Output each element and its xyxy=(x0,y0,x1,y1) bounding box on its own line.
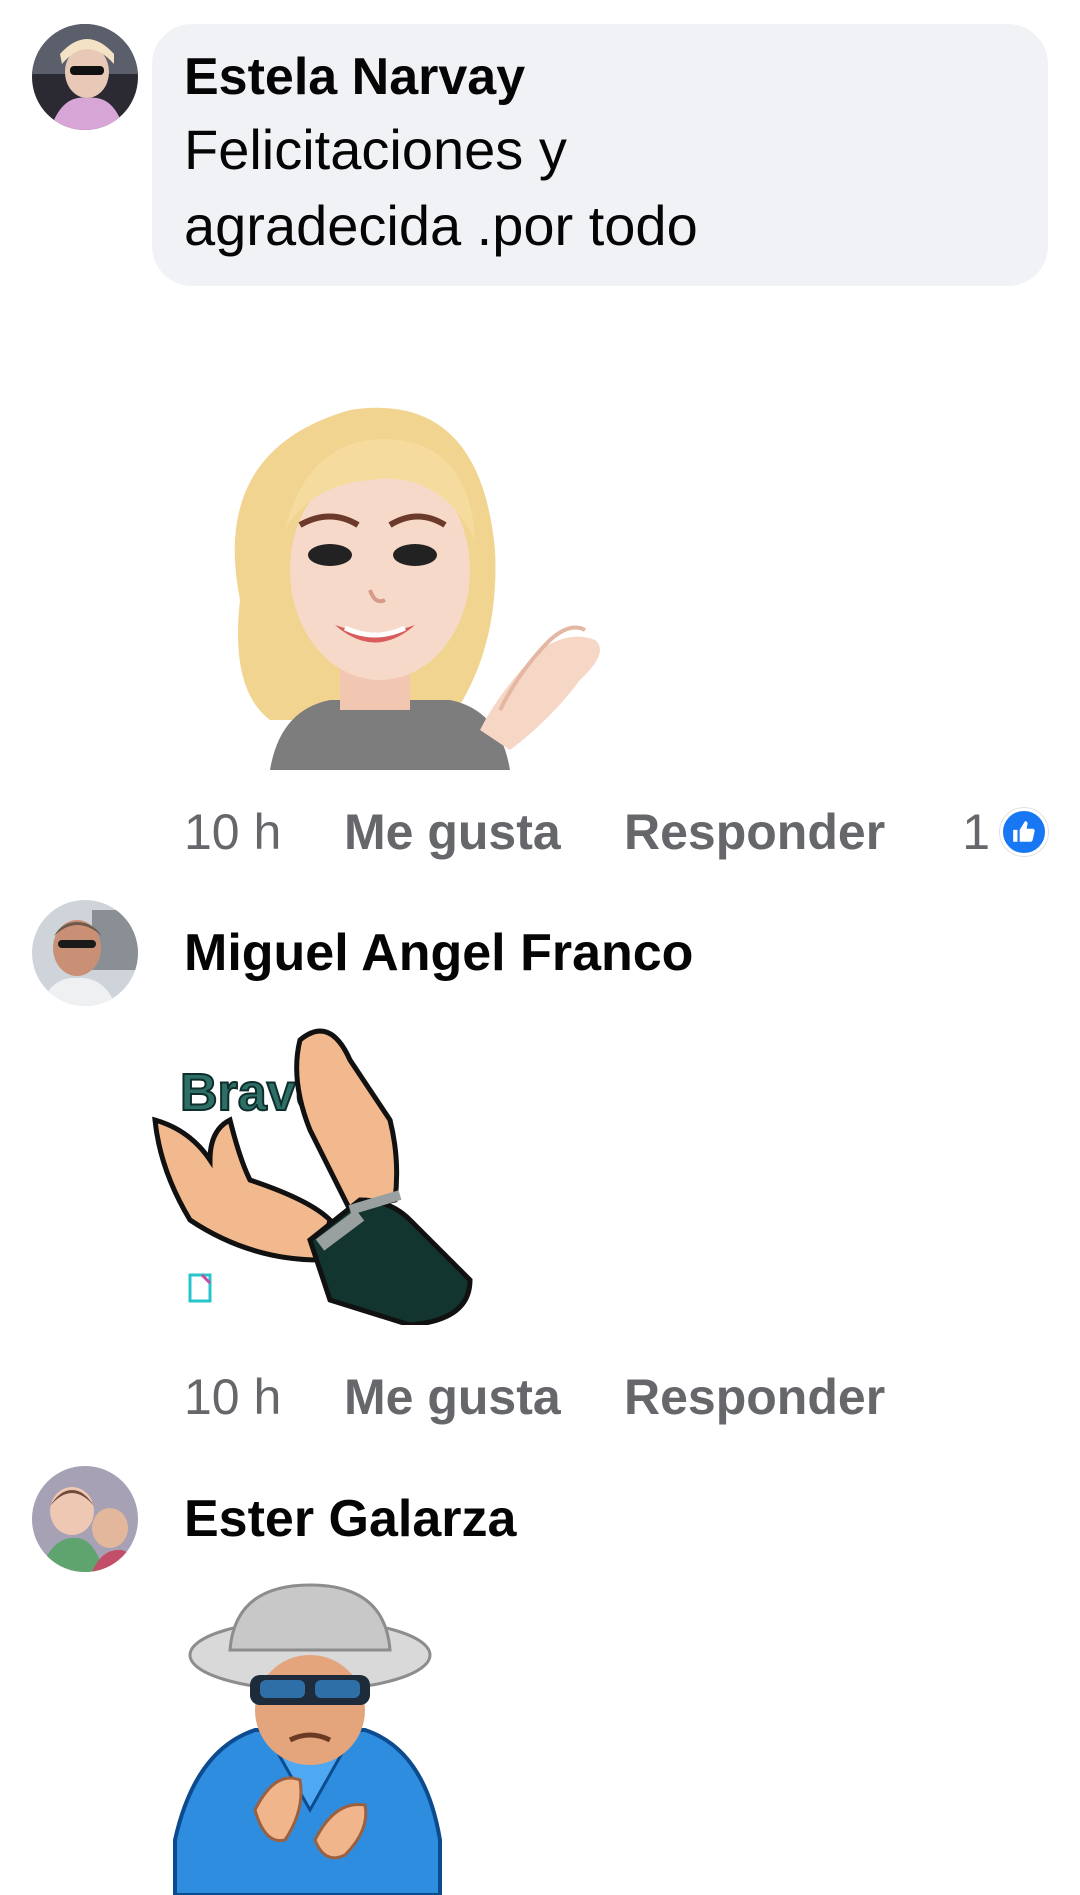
like-button[interactable]: Me gusta xyxy=(344,800,561,864)
comment-author[interactable]: Estela Narvay xyxy=(184,48,1016,106)
woman-avatar-clapping-sticker xyxy=(200,390,610,770)
like-icon xyxy=(1000,808,1048,856)
man-in-hat-clapping-sticker xyxy=(165,1580,445,1895)
reply-button[interactable]: Responder xyxy=(624,1365,885,1429)
comment-author[interactable]: Miguel Angel Franco xyxy=(184,924,693,982)
avatar-estela[interactable] xyxy=(32,24,138,130)
reaction-summary[interactable]: 1 xyxy=(962,800,1048,864)
comment-text: Felicitaciones y agradecida .por todo xyxy=(184,112,1016,264)
like-button[interactable]: Me gusta xyxy=(344,1365,561,1429)
reaction-count: 1 xyxy=(962,804,990,860)
comments-thread: Estela Narvay Felicitaciones y agradecid… xyxy=(0,0,1080,1895)
reply-button[interactable]: Responder xyxy=(624,800,885,864)
comment-actions-estela: 10 h Me gusta Responder xyxy=(184,800,944,864)
comment-actions-miguel: 10 h Me gusta Responder xyxy=(184,1365,944,1429)
comment-timestamp[interactable]: 10 h xyxy=(184,800,281,864)
avatar-miguel[interactable] xyxy=(32,900,138,1006)
comment-bubble-estela[interactable]: Estela Narvay Felicitaciones y agradecid… xyxy=(152,24,1048,286)
comment-timestamp[interactable]: 10 h xyxy=(184,1365,281,1429)
comment-text-line: agradecida .por todo xyxy=(184,194,698,257)
comment-author[interactable]: Ester Galarza xyxy=(184,1490,516,1548)
clapping-hands-sticker: Bravo xyxy=(150,1020,480,1325)
avatar-ester[interactable] xyxy=(32,1466,138,1572)
comment-text-line: Felicitaciones y xyxy=(184,118,567,181)
